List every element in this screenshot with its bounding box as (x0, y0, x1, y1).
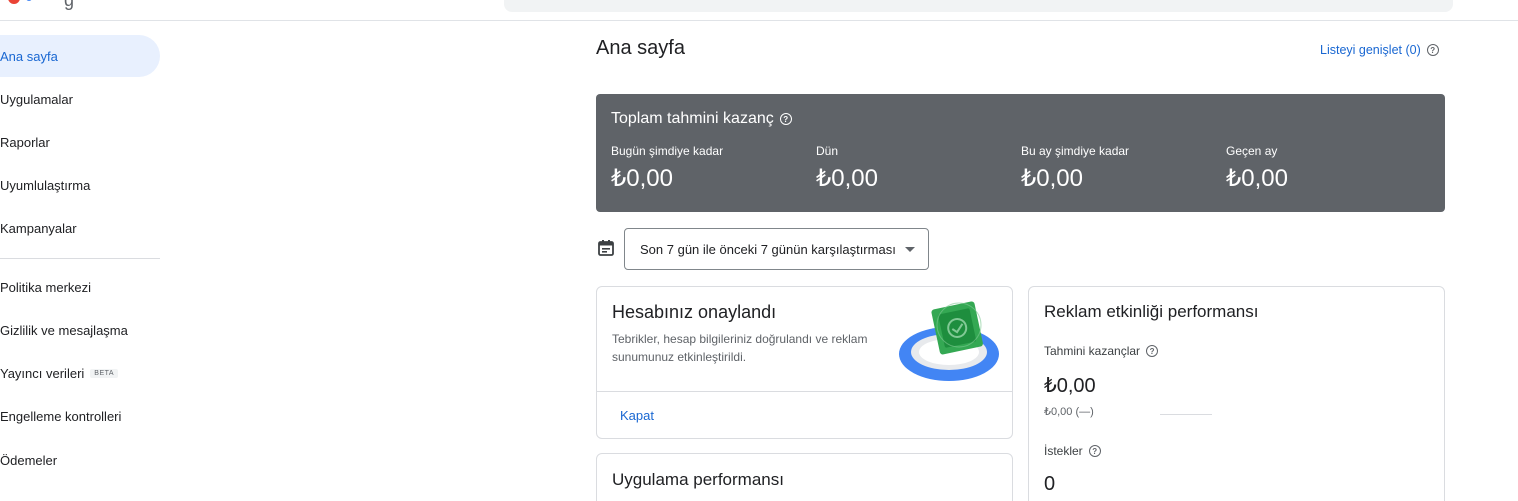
sidebar-item-policy-center[interactable]: Politika merkezi (0, 266, 160, 308)
approved-illustration-icon (899, 301, 999, 381)
search-bar[interactable] (504, 0, 1453, 12)
sidebar-item-campaigns[interactable]: Kampanyalar (0, 207, 160, 249)
beta-badge: BETA (90, 368, 119, 378)
earnings-label: Bu ay şimdiye kadar (1021, 144, 1130, 158)
calendar-icon (598, 240, 614, 256)
earnings-summary-card: Toplam tahmini kazanç ? Bugün şimdiye ka… (596, 94, 1445, 212)
sidebar-item-label: Raporlar (0, 134, 50, 150)
card-divider (597, 391, 1012, 392)
sidebar-item-label: Kampanyalar (0, 220, 77, 236)
metric-label-text: Tahmini kazançlar (1044, 344, 1141, 358)
requests-label: İstekler ? (1044, 444, 1101, 458)
requests-value: 0 (1044, 473, 1056, 495)
earnings-label: Geçen ay (1226, 144, 1278, 158)
app-performance-title: Uygulama performansı (612, 470, 784, 489)
estimated-earnings-value: ₺0,00 (1044, 375, 1096, 397)
help-icon[interactable]: ? (1146, 345, 1159, 357)
sidebar-item-mediation[interactable]: Uyumlulaştırma (0, 164, 160, 206)
help-icon[interactable]: ? (1088, 445, 1101, 457)
sidebar-item-label: Uygulamalar (0, 91, 73, 107)
top-bar: g (0, 0, 1518, 21)
approved-card-title: Hesabınız onaylandı (612, 302, 777, 322)
sidebar-item-reports[interactable]: Raporlar (0, 121, 160, 163)
ad-activity-title: Reklam etkinliği performansı (1044, 302, 1259, 321)
sidebar-item-publisher-data[interactable]: Yayıncı verileri BETA (0, 352, 160, 394)
earnings-this-month: Bu ay şimdiye kadar ₺0,00 (1021, 144, 1129, 193)
sidebar: Ana sayfa Uygulamalar Raporlar Uyumlulaş… (0, 21, 175, 501)
sidebar-item-home[interactable]: Ana sayfa (0, 35, 160, 77)
date-range-value: Son 7 gün ile önceki 7 günün karşılaştır… (640, 241, 896, 257)
expand-list-link[interactable]: Listeyi genişlet (0) ? (1320, 43, 1439, 57)
earnings-label: Bugün şimdiye kadar (611, 144, 724, 158)
sidebar-item-payments[interactable]: Ödemeler (0, 439, 160, 481)
estimated-earnings-label: Tahmini kazançlar ? (1044, 344, 1159, 358)
sidebar-item-label: Uyumlulaştırma (0, 177, 91, 193)
sidebar-item-label: Ana sayfa (0, 48, 58, 64)
account-approved-card: Hesabınız onaylandı Tebrikler, hesap bil… (596, 286, 1013, 439)
earnings-value: ₺0,00 (1226, 165, 1288, 192)
earnings-label: Dün (816, 144, 839, 158)
earnings-value: ₺0,00 (816, 165, 878, 192)
earnings-today: Bugün şimdiye kadar ₺0,00 (611, 144, 723, 193)
sidebar-item-label: Gizlilik ve mesajlaşma (0, 322, 128, 338)
chevron-down-icon (905, 247, 915, 252)
help-icon[interactable]: ? (1426, 44, 1439, 56)
help-icon[interactable]: ? (779, 113, 792, 125)
sidebar-item-blocking-controls[interactable]: Engelleme kontrolleri (0, 395, 160, 437)
earnings-sparkline (1160, 414, 1212, 415)
sidebar-item-privacy-messaging[interactable]: Gizlilik ve mesajlaşma (0, 309, 160, 351)
earnings-last-month: Geçen ay ₺0,00 (1226, 144, 1288, 193)
sidebar-item-apps[interactable]: Uygulamalar (0, 78, 160, 120)
earnings-title-text: Toplam tahmini kazanç (611, 110, 774, 127)
sidebar-item-label: Engelleme kontrolleri (0, 408, 122, 424)
earnings-title: Toplam tahmini kazanç ? (611, 110, 792, 128)
approved-card-text: Tebrikler, hesap bilgileriniz doğrulandı… (612, 332, 868, 364)
estimated-earnings-change: ₺0,00 (—) (1044, 406, 1094, 418)
dismiss-button[interactable]: Kapat (620, 408, 654, 423)
sidebar-item-label: Politika merkezi (0, 279, 92, 295)
metric-label-text: İstekler (1044, 444, 1083, 458)
sidebar-item-label: Yayıncı verileri (0, 365, 85, 381)
app-performance-card: Uygulama performansı (596, 453, 1013, 501)
earnings-value: ₺0,00 (1021, 165, 1083, 192)
earnings-yesterday: Dün ₺0,00 (816, 144, 878, 193)
sidebar-item-label: Ödemeler (0, 452, 58, 468)
logo-text: g (64, 0, 75, 10)
date-range-select[interactable]: Son 7 gün ile önceki 7 günün karşılaştır… (624, 228, 929, 270)
ad-activity-performance-card: Reklam etkinliği performansı Tahmini kaz… (1028, 286, 1445, 501)
admob-logo-icon[interactable] (0, 0, 40, 8)
expand-list-label: Listeyi genişlet (0) (1320, 43, 1421, 57)
page-title: Ana sayfa (596, 37, 685, 59)
sidebar-divider (0, 258, 160, 259)
earnings-value: ₺0,00 (611, 165, 673, 192)
